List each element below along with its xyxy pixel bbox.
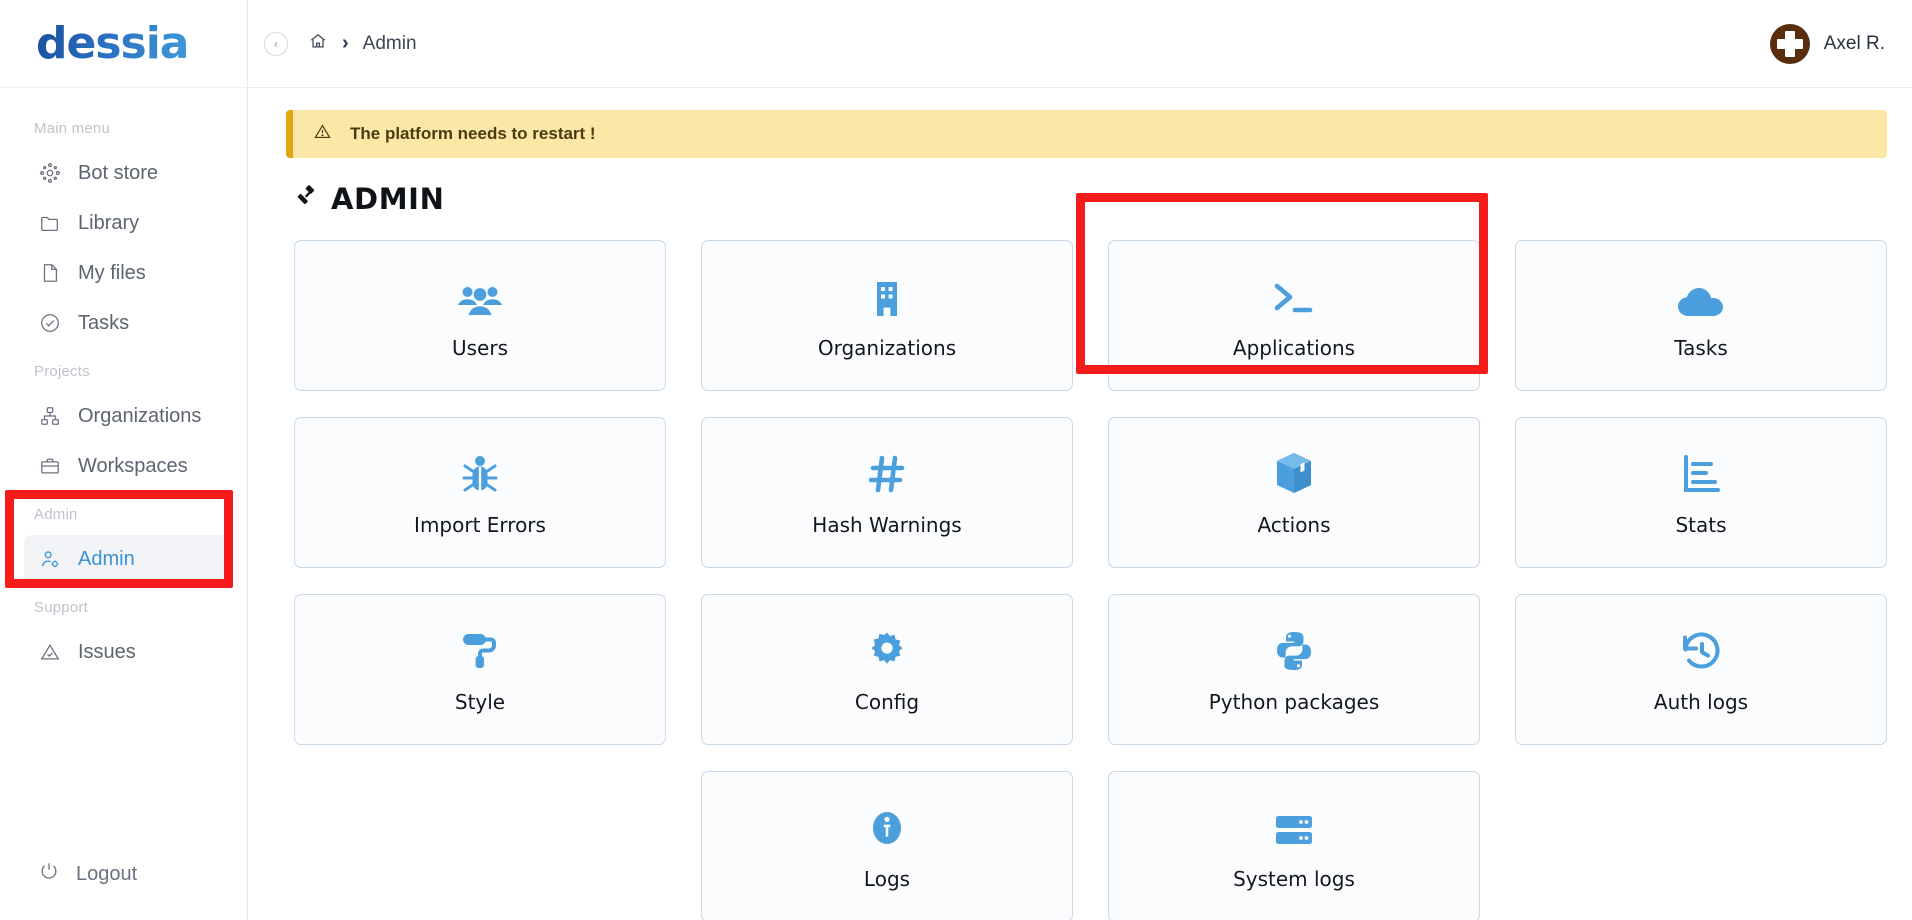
- admin-page: dessia Main menu Bot store Library My fi…: [0, 0, 1912, 920]
- sidebar-section-admin: Admin: [34, 506, 78, 523]
- briefcase-icon: [38, 454, 62, 478]
- logout-button[interactable]: Logout: [24, 850, 233, 898]
- users-icon: [458, 272, 502, 318]
- admin-card-grid: Users Organizations Applications Tasks I…: [286, 240, 1887, 920]
- card-label: System logs: [1233, 866, 1355, 891]
- card-label: Applications: [1232, 335, 1356, 360]
- breadcrumb-separator: ›: [342, 32, 349, 54]
- hash-icon: [867, 449, 907, 495]
- paint-roller-icon: [459, 626, 501, 672]
- topbar: ‹ › Admin Axel R.: [248, 0, 1912, 88]
- card-label: Tasks: [1674, 335, 1728, 360]
- sidebar-nav: Main menu Bot store Library My files Tas…: [0, 88, 247, 850]
- sidebar-item-label: Admin: [78, 547, 135, 570]
- page-title-text: ADMIN: [331, 182, 445, 216]
- sitemap-icon: [38, 404, 62, 428]
- card-hash-warnings[interactable]: Hash Warnings: [701, 417, 1073, 568]
- user-gear-icon: [38, 547, 62, 571]
- card-system-logs[interactable]: System logs: [1108, 771, 1480, 920]
- alert-text: The platform needs to restart !: [350, 124, 596, 143]
- card-label: Import Errors: [414, 512, 546, 537]
- history-clock-icon: [1680, 626, 1722, 672]
- sidebar-section-support: Support: [34, 599, 88, 616]
- card-label: Auth logs: [1653, 689, 1749, 714]
- card-python-packages[interactable]: Python packages: [1108, 594, 1480, 745]
- card-label: Python packages: [1208, 689, 1380, 714]
- breadcrumb: ‹ › Admin: [248, 31, 417, 56]
- info-circle-icon: [868, 803, 906, 849]
- card-label: Config: [854, 689, 920, 714]
- sidebar-item-label: Issues: [78, 640, 136, 663]
- card-logs[interactable]: Logs: [701, 771, 1073, 920]
- python-icon: [1275, 626, 1313, 672]
- card-style[interactable]: Style: [294, 594, 666, 745]
- logout-label: Logout: [76, 862, 138, 885]
- sidebar-item-issues[interactable]: Issues: [24, 628, 233, 676]
- user-name: Axel R.: [1823, 32, 1885, 54]
- card-tasks[interactable]: Tasks: [1515, 240, 1887, 391]
- breadcrumb-current[interactable]: Admin: [363, 33, 417, 55]
- gavel-icon: [294, 182, 319, 216]
- bar-chart-icon: [1681, 449, 1721, 495]
- folder-icon: [38, 211, 62, 235]
- card-stats[interactable]: Stats: [1515, 417, 1887, 568]
- main-area: ‹ › Admin Axel R. The platform needs to …: [248, 0, 1912, 920]
- card-config[interactable]: Config: [701, 594, 1073, 745]
- sidebar-item-organizations[interactable]: Organizations: [24, 392, 233, 440]
- brand-logo-text: dessia: [36, 18, 189, 69]
- card-label: Users: [451, 335, 508, 360]
- server-stack-icon: [1273, 803, 1315, 849]
- card-applications[interactable]: Applications: [1108, 240, 1480, 391]
- sidebar-section-main-menu: Main menu: [34, 120, 111, 137]
- card-label: Logs: [863, 866, 911, 891]
- sidebar-item-my-files[interactable]: My files: [24, 249, 233, 297]
- sidebar-item-tasks[interactable]: Tasks: [24, 299, 233, 347]
- card-label: Hash Warnings: [812, 512, 962, 537]
- card-label: Actions: [1257, 512, 1331, 537]
- warning-triangle-icon: [38, 640, 62, 664]
- platform-restart-alert: The platform needs to restart !: [286, 110, 1887, 158]
- sidebar: dessia Main menu Bot store Library My fi…: [0, 0, 248, 920]
- page-title: ADMIN: [294, 182, 1887, 216]
- gear-icon: [866, 626, 908, 672]
- terminal-prompt-icon: [1271, 272, 1317, 318]
- warning-triangle-icon: [313, 122, 332, 146]
- sidebar-item-label: My files: [78, 261, 146, 284]
- building-icon: [870, 272, 904, 318]
- card-users[interactable]: Users: [294, 240, 666, 391]
- sidebar-item-admin[interactable]: Admin: [24, 535, 233, 583]
- power-icon: [38, 860, 60, 888]
- check-circle-icon: [38, 311, 62, 335]
- avatar: [1769, 23, 1810, 64]
- sidebar-section-projects: Projects: [34, 363, 90, 380]
- sidebar-item-library[interactable]: Library: [24, 199, 233, 247]
- sidebar-collapse-button[interactable]: ‹: [264, 31, 288, 56]
- sidebar-item-label: Workspaces: [78, 454, 188, 477]
- home-icon[interactable]: [308, 31, 328, 56]
- bot-store-icon: [38, 161, 62, 185]
- sidebar-item-label: Tasks: [78, 311, 130, 334]
- sidebar-item-label: Bot store: [78, 161, 159, 184]
- file-icon: [38, 261, 62, 285]
- cloud-icon: [1678, 272, 1724, 318]
- sidebar-item-label: Library: [78, 211, 140, 234]
- sidebar-item-label: Organizations: [78, 404, 202, 427]
- card-label: Stats: [1675, 512, 1727, 537]
- content: The platform needs to restart ! ADMIN Us…: [248, 88, 1912, 920]
- cube-icon: [1275, 449, 1313, 495]
- card-label: Organizations: [817, 335, 957, 360]
- brand-logo[interactable]: dessia: [0, 0, 247, 88]
- card-label: Style: [454, 689, 506, 714]
- sidebar-item-workspaces[interactable]: Workspaces: [24, 442, 233, 490]
- card-import-errors[interactable]: Import Errors: [294, 417, 666, 568]
- user-menu[interactable]: Axel R.: [1769, 23, 1885, 64]
- bug-icon: [460, 449, 500, 495]
- card-auth-logs[interactable]: Auth logs: [1515, 594, 1887, 745]
- card-organizations[interactable]: Organizations: [701, 240, 1073, 391]
- sidebar-item-bot-store[interactable]: Bot store: [24, 149, 233, 197]
- card-actions[interactable]: Actions: [1108, 417, 1480, 568]
